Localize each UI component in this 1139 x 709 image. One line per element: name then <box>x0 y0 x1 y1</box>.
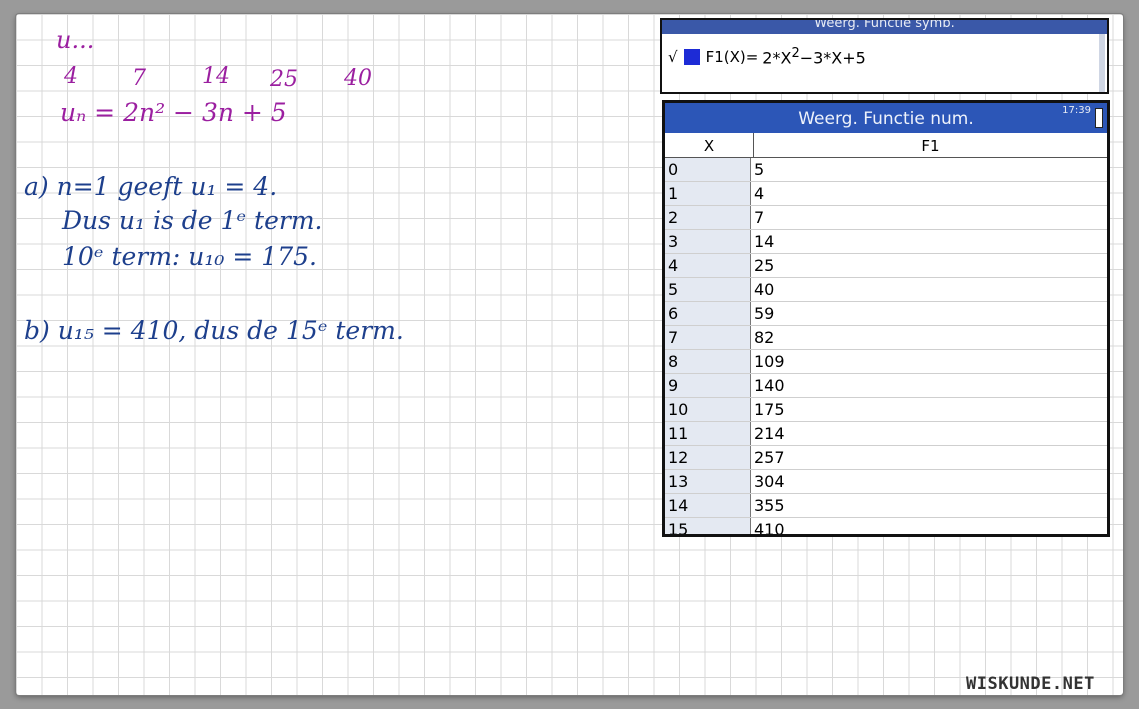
table-row[interactable]: 05 <box>665 158 1107 182</box>
cell-f1[interactable]: 257 <box>751 446 1107 469</box>
numeric-screen-title: Weerg. Functie num. <box>665 103 1107 133</box>
table-row[interactable]: 5 40 <box>665 278 1107 302</box>
table-row[interactable]: 9 140 <box>665 374 1107 398</box>
table-row[interactable]: 4 25 <box>665 254 1107 278</box>
battery-icon <box>1095 108 1103 128</box>
cell-f1[interactable]: 25 <box>751 254 1107 277</box>
sequence-term: 25 <box>270 67 298 92</box>
cell-x[interactable]: 12 <box>665 446 751 469</box>
table-row[interactable]: 3 14 <box>665 230 1107 254</box>
column-header-x[interactable]: X <box>665 133 754 157</box>
table-row[interactable]: 27 <box>665 206 1107 230</box>
table-header: X F1 <box>665 133 1107 158</box>
sequence-term: 7 <box>132 66 146 91</box>
table-row[interactable]: 13 304 <box>665 470 1107 494</box>
sequence-term: 14 <box>202 64 230 89</box>
table-row[interactable]: 11 214 <box>665 422 1107 446</box>
formula: uₙ = 2n² − 3n + 5 <box>60 98 287 127</box>
column-header-f1[interactable]: F1 <box>754 133 1107 157</box>
cell-x[interactable]: 4 <box>665 254 751 277</box>
scrollbar[interactable] <box>1099 34 1105 92</box>
sequence-term: 4 <box>64 64 78 89</box>
cell-f1[interactable]: 4 <box>751 182 1107 205</box>
cell-f1[interactable]: 7 <box>751 206 1107 229</box>
function-expression[interactable]: 2*X2−3*X+5 <box>762 46 866 67</box>
cell-x[interactable]: 3 <box>665 230 751 253</box>
cell-f1[interactable]: 5 <box>751 158 1107 181</box>
expr-part: 2*X <box>762 48 792 68</box>
part-a-line-3: 10ᵉ term: u₁₀ = 175. <box>62 242 317 271</box>
cell-x[interactable]: 8 <box>665 350 751 373</box>
cell-x[interactable]: 10 <box>665 398 751 421</box>
table-row[interactable]: 7 82 <box>665 326 1107 350</box>
cell-f1[interactable]: 410 <box>751 518 1107 534</box>
color-swatch[interactable] <box>683 48 700 65</box>
cell-f1[interactable]: 82 <box>751 326 1107 349</box>
cell-x[interactable]: 0 <box>665 158 751 181</box>
table-row[interactable]: 10 175 <box>665 398 1107 422</box>
cell-x[interactable]: 15 <box>665 518 751 534</box>
symbolic-screen-title: Weerg. Functie symb. <box>662 20 1107 34</box>
part-a-line-1: a) n=1 geeft u₁ = 4. <box>24 172 278 201</box>
site-logo: WISKUNDE.NET <box>966 674 1095 694</box>
function-symbolic-screen: Weerg. Functie symb. √ F1(X)= 2*X2−3*X+5 <box>660 18 1109 94</box>
cell-f1[interactable]: 214 <box>751 422 1107 445</box>
clock: 17:39 <box>1062 105 1091 116</box>
cell-f1[interactable]: 40 <box>751 278 1107 301</box>
cell-f1[interactable]: 355 <box>751 494 1107 517</box>
cell-f1[interactable]: 304 <box>751 470 1107 493</box>
cell-f1[interactable]: 59 <box>751 302 1107 325</box>
sequence-term: 40 <box>344 66 372 91</box>
table-row[interactable]: 8 109 <box>665 350 1107 374</box>
function-numeric-screen: Weerg. Functie num. 17:39 X F1 0 5 1 4 2 7 3 14… <box>662 100 1110 537</box>
cell-x[interactable]: 13 <box>665 470 751 493</box>
cell-x[interactable]: 2 <box>665 206 751 229</box>
cell-x[interactable]: 11 <box>665 422 751 445</box>
function-label: F1(X)= <box>705 47 759 66</box>
table-row[interactable]: 14 355 <box>665 494 1107 518</box>
cell-x[interactable]: 6 <box>665 302 751 325</box>
part-b-line: b) u₁₅ = 410, dus de 15ᵉ term. <box>24 316 404 345</box>
cell-x[interactable]: 9 <box>665 374 751 397</box>
table-row[interactable]: 12 257 <box>665 446 1107 470</box>
cell-f1[interactable]: 109 <box>751 350 1107 373</box>
cell-x[interactable]: 5 <box>665 278 751 301</box>
check-icon[interactable]: √ <box>668 48 678 66</box>
table-row[interactable]: 15 410 <box>665 518 1107 534</box>
cell-f1[interactable]: 175 <box>751 398 1107 421</box>
part-a-line-2: Dus u₁ is de 1ᵉ term. <box>62 206 323 235</box>
cell-f1[interactable]: 14 <box>751 230 1107 253</box>
cell-x[interactable]: 1 <box>665 182 751 205</box>
table-row[interactable]: 6 59 <box>665 302 1107 326</box>
table-row[interactable]: 14 <box>665 182 1107 206</box>
value-table: 0 5 1 4 2 7 3 14 4 25 5 40 6 59 7 82 8 109 9 140 10 175 11 214 1… <box>665 158 1107 534</box>
function-row[interactable]: √ F1(X)= 2*X2−3*X+5 <box>668 46 866 67</box>
expr-exponent: 2 <box>791 46 800 61</box>
expr-part: −3*X+5 <box>799 48 866 68</box>
cell-x[interactable]: 7 <box>665 326 751 349</box>
cell-x[interactable]: 14 <box>665 494 751 517</box>
cell-f1[interactable]: 140 <box>751 374 1107 397</box>
window-frame: u... 4 7 14 25 40 uₙ = 2n² − 3n + 5 a) n… <box>0 0 1139 709</box>
sequence-label: u... <box>56 26 95 54</box>
